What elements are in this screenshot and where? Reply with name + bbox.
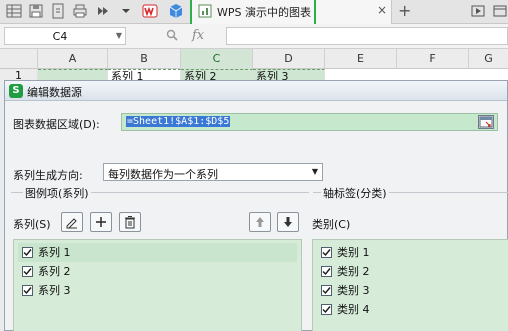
list-item[interactable]: 系列 3 <box>18 281 297 300</box>
more-icon[interactable] <box>94 3 110 19</box>
list-item[interactable]: 类别 3 <box>317 281 504 300</box>
edit-data-source-dialog: S 编辑数据源 图表数据区域(D): =Sheet1!$A$1:$D$5 系列生… <box>4 80 508 331</box>
category-list: 类别 1 类别 2 类别 3 类别 4 <box>312 239 508 331</box>
formula-bar: C4 ▼ fx <box>0 24 508 49</box>
formula-input[interactable] <box>226 27 508 45</box>
category-group-title: 轴标签(分类) <box>321 185 389 201</box>
series-name: 系列 1 <box>38 246 71 259</box>
checkbox[interactable] <box>22 285 33 296</box>
series-direction-value: 每列数据作为一个系列 <box>108 168 218 181</box>
series-name: 系列 2 <box>38 265 71 278</box>
wps-spreadsheet-icon: S <box>9 84 23 98</box>
column-headers: A B C D E F G <box>0 49 508 69</box>
category-name: 类别 4 <box>337 303 370 316</box>
category-name: 类别 2 <box>337 265 370 278</box>
series-list: 系列 1 系列 2 系列 3 <box>13 239 302 331</box>
zoom-icon[interactable] <box>166 29 178 44</box>
presentation-icon <box>197 3 213 19</box>
series-list-label: 系列(S) <box>13 218 51 231</box>
name-box-value: C4 <box>52 30 68 43</box>
chart-range-value: =Sheet1!$A$1:$D$5 <box>126 116 231 127</box>
checkbox[interactable] <box>22 247 33 258</box>
export-icon[interactable] <box>50 3 66 19</box>
wps-icon[interactable] <box>142 3 158 19</box>
select-all-corner[interactable] <box>0 49 38 69</box>
range-select-icon[interactable] <box>478 115 494 129</box>
name-box[interactable]: C4 ▼ <box>4 27 126 45</box>
slideshow-icon[interactable] <box>470 3 486 19</box>
series-name: 系列 3 <box>38 284 71 297</box>
print-icon[interactable] <box>72 3 88 19</box>
checkbox[interactable] <box>321 266 332 277</box>
checkbox[interactable] <box>321 285 332 296</box>
move-up-button[interactable] <box>249 212 271 232</box>
list-item[interactable]: 类别 1 <box>317 243 504 262</box>
dialog-title: 编辑数据源 <box>27 86 82 99</box>
column-header-g[interactable]: G <box>469 49 508 69</box>
cube-icon[interactable] <box>168 3 184 19</box>
list-item[interactable]: 系列 1 <box>18 243 297 262</box>
column-header-d[interactable]: D <box>253 49 325 69</box>
series-group-title: 图例项(系列) <box>23 185 91 201</box>
column-header-c[interactable]: C <box>181 49 253 69</box>
category-list-label: 类别(C) <box>312 218 351 231</box>
list-item[interactable]: 类别 2 <box>317 262 504 281</box>
window-icon[interactable] <box>492 3 508 19</box>
add-series-button[interactable] <box>90 212 112 232</box>
function-icon[interactable]: fx <box>192 28 204 43</box>
category-name: 类别 1 <box>337 246 370 259</box>
category-name: 类别 3 <box>337 284 370 297</box>
document-tab-label: WPS 演示中的图表 <box>217 6 311 19</box>
column-header-f[interactable]: F <box>397 49 469 69</box>
column-header-e[interactable]: E <box>325 49 397 69</box>
series-direction-select[interactable]: 每列数据作为一个系列 ▼ <box>103 163 323 181</box>
title-toolbar: WPS 演示中的图表 × + <box>0 0 508 24</box>
grid-icon[interactable] <box>6 3 22 19</box>
add-tab-icon[interactable]: + <box>398 1 411 20</box>
list-item[interactable]: 系列 2 <box>18 262 297 281</box>
chart-range-label: 图表数据区域(D): <box>13 118 100 131</box>
column-header-a[interactable]: A <box>38 49 108 69</box>
edit-series-button[interactable] <box>61 212 83 232</box>
close-icon[interactable]: × <box>377 3 387 17</box>
checkbox[interactable] <box>321 304 332 315</box>
chevron-down-icon[interactable]: ▼ <box>116 31 122 40</box>
series-direction-label: 系列生成方向: <box>13 169 83 182</box>
delete-series-button[interactable] <box>119 212 141 232</box>
chevron-down-icon[interactable]: ▼ <box>312 167 318 176</box>
document-tab[interactable]: WPS 演示中的图表 × <box>190 0 392 24</box>
checkbox[interactable] <box>321 247 332 258</box>
checkbox[interactable] <box>22 266 33 277</box>
save-icon[interactable] <box>28 3 44 19</box>
chevron-down-icon[interactable] <box>118 3 134 19</box>
column-header-b[interactable]: B <box>108 49 181 69</box>
chart-range-input[interactable]: =Sheet1!$A$1:$D$5 <box>121 113 498 131</box>
list-item[interactable]: 类别 4 <box>317 300 504 319</box>
dialog-titlebar[interactable]: S 编辑数据源 <box>5 81 507 101</box>
move-down-button[interactable] <box>277 212 299 232</box>
